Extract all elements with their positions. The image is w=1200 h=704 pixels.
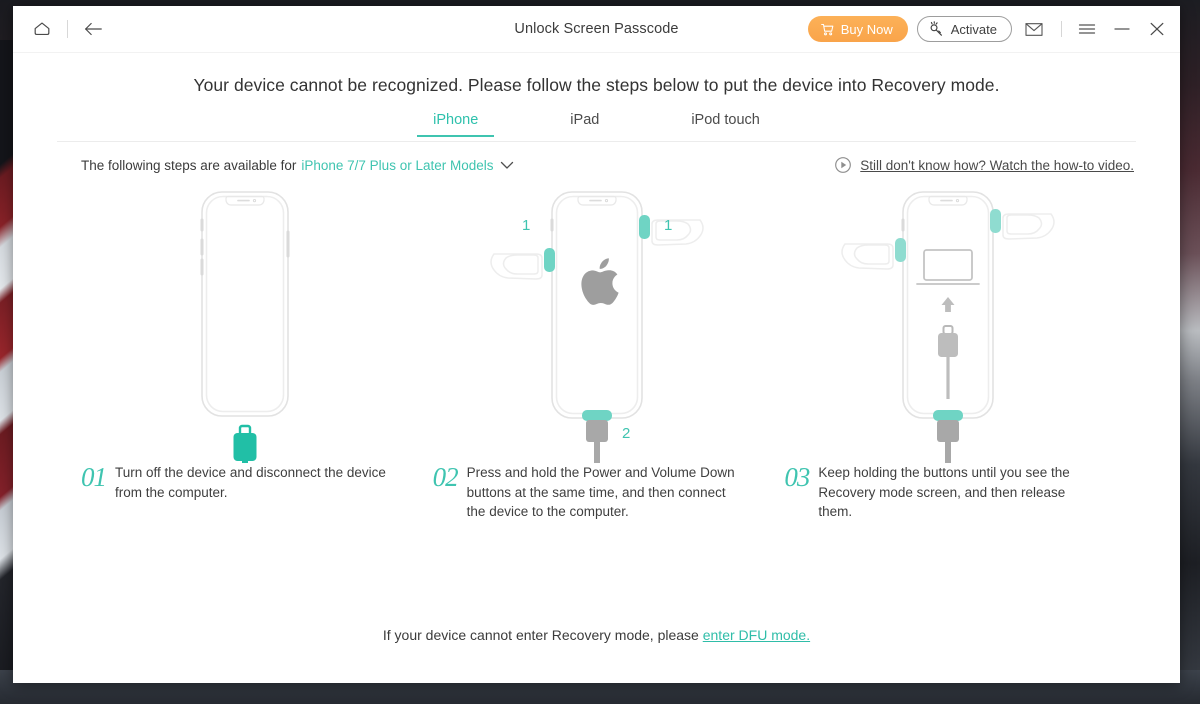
tab-ipad[interactable]: iPad: [554, 112, 615, 137]
power-button-highlight: [990, 209, 1002, 233]
step-1-illustration: [69, 188, 421, 463]
activate-button[interactable]: Activate: [916, 16, 1012, 42]
title-bar-divider: [67, 20, 68, 38]
tabs-divider: [57, 141, 1136, 142]
hand-left: [841, 243, 894, 270]
tab-ipod-touch[interactable]: iPod touch: [675, 112, 776, 137]
buy-now-button[interactable]: Buy Now: [807, 16, 908, 42]
step-column-3: 03 Keep holding the buttons until you se…: [772, 188, 1124, 522]
model-selector[interactable]: iPhone 7/7 Plus or Later Models: [301, 158, 513, 173]
buy-now-label: Buy Now: [840, 21, 893, 37]
enter-dfu-mode-link[interactable]: enter DFU mode.: [703, 627, 810, 643]
hamburger-menu-icon[interactable]: [1074, 16, 1100, 42]
hand-left: [489, 253, 543, 280]
key-icon: [928, 20, 945, 38]
step-3-description: Keep holding the buttons until you see t…: [818, 465, 1070, 520]
model-availability-note: The following steps are available for iP…: [81, 158, 514, 173]
step-3-illustration: [772, 188, 1124, 463]
minimize-icon[interactable]: [1109, 16, 1135, 42]
title-bar-left-controls: [25, 12, 110, 46]
hand-right: [650, 219, 704, 246]
cable-icon-on-screen: [938, 325, 959, 399]
hand-right: [1002, 213, 1055, 240]
apple-logo-icon: [580, 258, 619, 305]
connected-cable: [581, 410, 612, 463]
lightning-connector: [233, 424, 257, 463]
steps-row: 01 Turn off the device and disconnect th…: [49, 188, 1144, 522]
step-3-text-block: 03 Keep holding the buttons until you se…: [772, 463, 1124, 522]
step-3-number: 03: [784, 462, 810, 492]
power-button-highlight: [638, 215, 650, 239]
envelope-icon[interactable]: [1021, 16, 1047, 42]
step-column-2: 1 1 2 02 Press and hold the Power and Vo…: [421, 188, 773, 522]
play-circle-icon: [834, 156, 852, 174]
step-2-description: Press and hold the Power and Volume Down…: [466, 465, 735, 520]
sub-toolbar: The following steps are available for iP…: [49, 156, 1144, 174]
main-content: Your device cannot be recognized. Please…: [13, 53, 1180, 683]
step-2-badge-left: 1: [522, 217, 530, 234]
device-tabs-container: iPhone iPad iPod touch: [49, 112, 1144, 142]
step-2-text-block: 02 Press and hold the Power and Volume D…: [421, 463, 773, 522]
home-icon[interactable]: [25, 12, 59, 46]
computer-icon: [916, 249, 981, 285]
volume-down-button-highlight: [543, 248, 555, 272]
step-1-number: 01: [81, 462, 107, 492]
title-bar-right-controls: Buy Now Activate: [807, 16, 1170, 42]
up-arrow-icon: [941, 297, 955, 312]
close-icon[interactable]: [1144, 16, 1170, 42]
back-arrow-icon[interactable]: [76, 12, 110, 46]
cart-icon: [820, 22, 835, 37]
how-to-video-link[interactable]: Still don't know how? Watch the how-to v…: [834, 156, 1134, 174]
chevron-down-icon: [500, 161, 514, 170]
connected-cable: [933, 410, 964, 463]
tab-iphone[interactable]: iPhone: [417, 112, 495, 137]
step-1-description: Turn off the device and disconnect the d…: [115, 465, 386, 500]
activate-label: Activate: [950, 21, 997, 37]
footer-note-text: If your device cannot enter Recovery mod…: [382, 627, 699, 643]
footer-note: If your device cannot enter Recovery mod…: [49, 627, 1144, 683]
step-2-number: 02: [432, 462, 459, 492]
step-column-1: 01 Turn off the device and disconnect th…: [69, 188, 421, 522]
model-availability-prefix: The following steps are available for: [81, 157, 297, 173]
step-2-badge-right: 1: [664, 217, 672, 234]
step-2-badge-bottom: 2: [622, 425, 630, 442]
device-tabs: iPhone iPad iPod touch: [49, 112, 1144, 137]
application-window: Unlock Screen Passcode Buy Now Activate …: [13, 6, 1180, 683]
model-selector-label: iPhone 7/7 Plus or Later Models: [301, 157, 494, 173]
window-controls-divider: [1061, 21, 1062, 37]
how-to-video-label: Still don't know how? Watch the how-to v…: [860, 157, 1134, 173]
headline-message: Your device cannot be recognized. Please…: [193, 75, 1000, 95]
step-1-text-block: 01 Turn off the device and disconnect th…: [69, 463, 421, 502]
title-bar: Unlock Screen Passcode Buy Now Activate: [13, 6, 1180, 53]
step-2-illustration: 1 1 2: [421, 188, 773, 463]
volume-down-button-highlight: [895, 238, 907, 262]
